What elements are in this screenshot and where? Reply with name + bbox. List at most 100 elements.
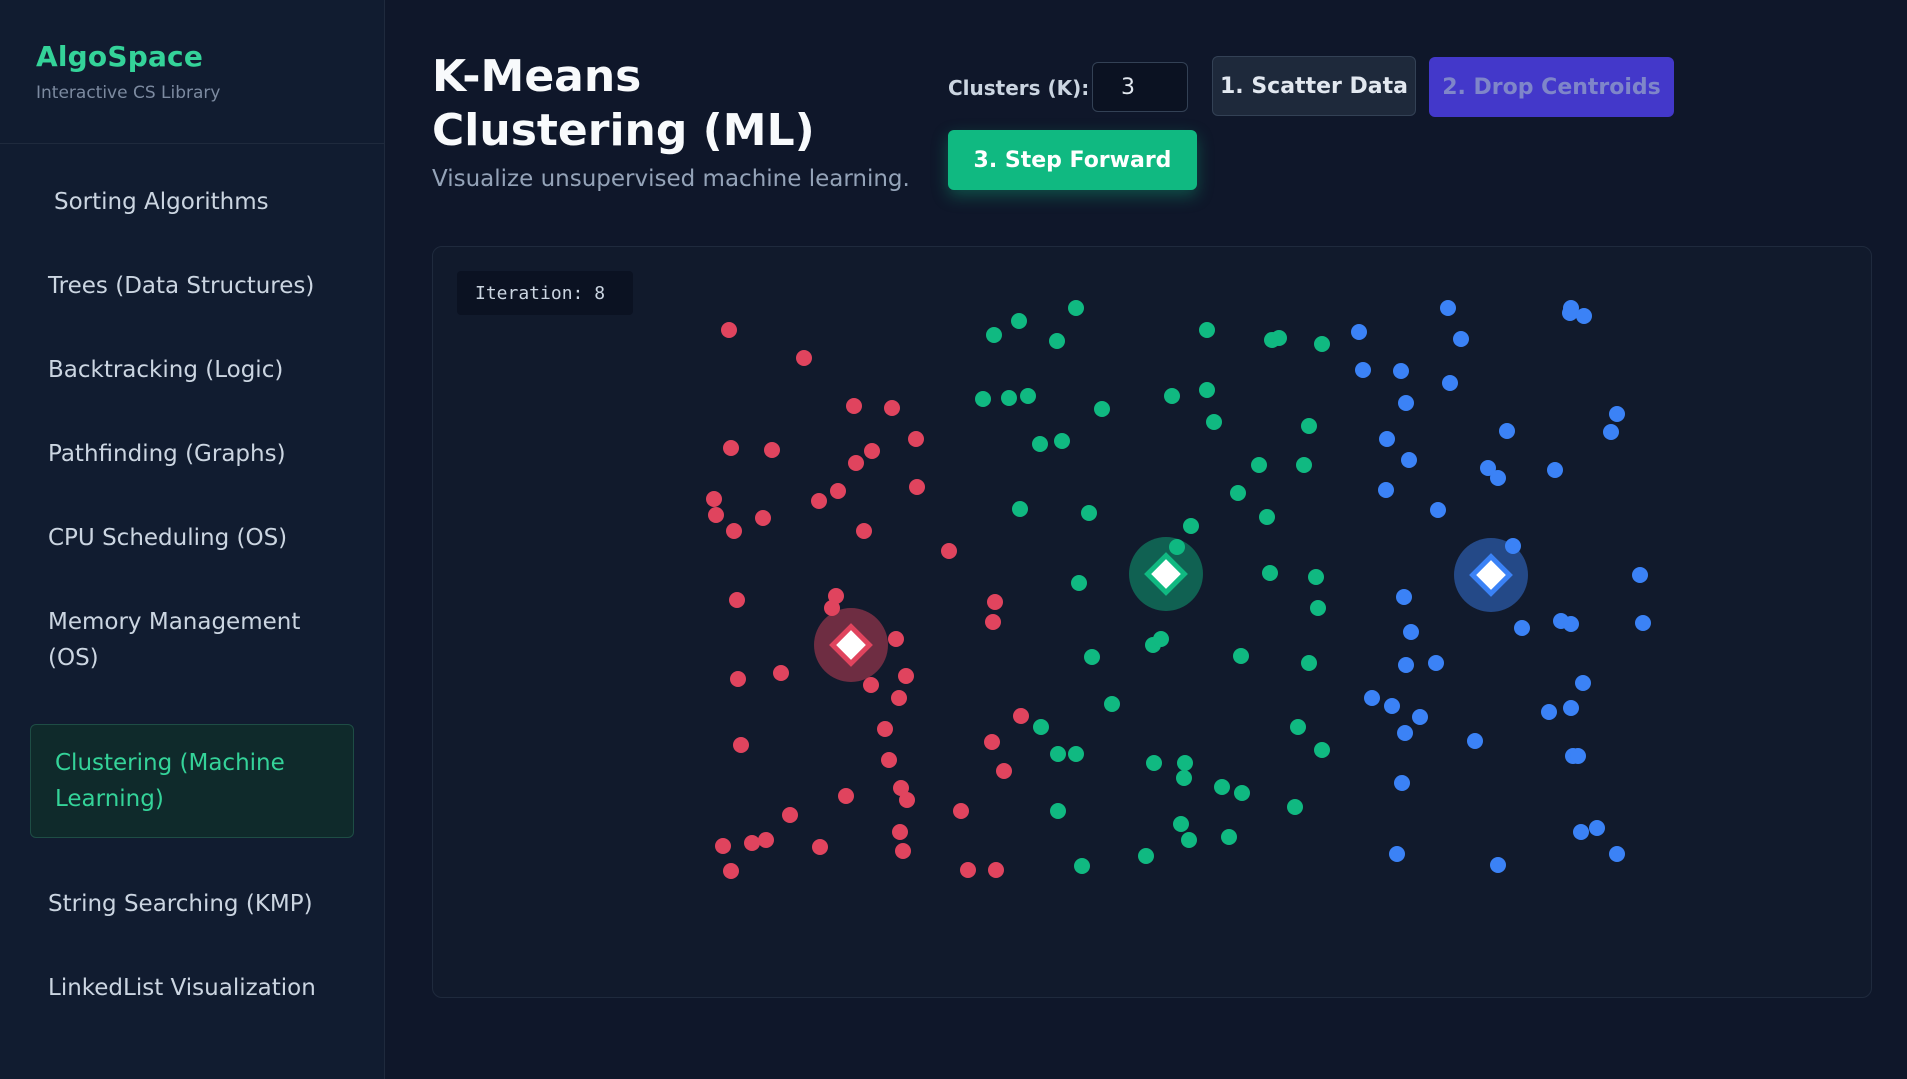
data-point [726, 523, 742, 539]
data-point [1308, 569, 1324, 585]
sidebar-item-clustering[interactable]: Clustering (Machine Learning) [30, 724, 354, 838]
data-point [1499, 423, 1515, 439]
clusters-k-input[interactable] [1092, 62, 1188, 112]
data-point [1632, 567, 1648, 583]
data-point [830, 483, 846, 499]
sidebar-item-sorting[interactable]: Sorting Algorithms [30, 184, 354, 220]
data-point [811, 493, 827, 509]
data-point [1394, 775, 1410, 791]
clustering-canvas[interactable]: Iteration: 8 [432, 246, 1872, 998]
sidebar-item-string-searching[interactable]: String Searching (KMP) [30, 886, 354, 922]
data-point [1603, 424, 1619, 440]
data-point [1310, 600, 1326, 616]
sidebar-item-linkedlist[interactable]: LinkedList Visualization [30, 970, 354, 1006]
data-point [898, 668, 914, 684]
data-point [1251, 457, 1267, 473]
data-point [1573, 824, 1589, 840]
data-point [1050, 803, 1066, 819]
data-point [1314, 742, 1330, 758]
data-point [796, 350, 812, 366]
data-point [1013, 708, 1029, 724]
data-point [1011, 313, 1027, 329]
data-point [1589, 820, 1605, 836]
sidebar-item-trees[interactable]: Trees (Data Structures) [30, 268, 354, 304]
data-point [755, 510, 771, 526]
sidebar-item-pathfinding[interactable]: Pathfinding (Graphs) [30, 436, 354, 472]
drop-centroids-button[interactable]: 2. Drop Centroids [1429, 57, 1674, 117]
data-point [1609, 846, 1625, 862]
clustering-plot[interactable] [433, 247, 1873, 999]
data-point [1378, 482, 1394, 498]
data-point [1514, 620, 1530, 636]
data-point [1259, 509, 1275, 525]
data-point [856, 523, 872, 539]
data-point [1296, 457, 1312, 473]
sidebar-item-memory-management[interactable]: Memory Management (OS) [30, 604, 354, 676]
data-point [1393, 363, 1409, 379]
data-point [1081, 505, 1097, 521]
data-point [863, 677, 879, 693]
data-point [1401, 452, 1417, 468]
brand-logo-text[interactable]: AlgoSpace [36, 40, 348, 73]
page-subtitle: Visualize unsupervised machine learning. [432, 166, 910, 192]
data-point [1104, 696, 1120, 712]
data-point [838, 788, 854, 804]
brand-subtitle: Interactive CS Library [36, 83, 221, 103]
data-point [1430, 502, 1446, 518]
step-forward-button[interactable]: 3. Step Forward [948, 130, 1197, 190]
data-point [758, 832, 774, 848]
page-title: K-Means Clustering (ML) [432, 51, 815, 156]
data-point [1001, 390, 1017, 406]
data-point [1033, 719, 1049, 735]
data-point [941, 543, 957, 559]
data-point [1138, 848, 1154, 864]
data-point [733, 737, 749, 753]
data-point [848, 455, 864, 471]
data-point [1234, 785, 1250, 801]
data-point [1314, 336, 1330, 352]
data-point [987, 594, 1003, 610]
data-point [996, 763, 1012, 779]
data-point [1562, 305, 1578, 321]
data-point [1094, 401, 1110, 417]
data-point [1384, 698, 1400, 714]
data-point [708, 507, 724, 523]
sidebar-nav: Sorting Algorithms Trees (Data Structure… [0, 144, 384, 1006]
data-point [1563, 616, 1579, 632]
data-point [1262, 565, 1278, 581]
data-point [1440, 300, 1456, 316]
data-point [1563, 700, 1579, 716]
data-point [1074, 858, 1090, 874]
scatter-data-button[interactable]: 1. Scatter Data [1212, 56, 1416, 116]
data-point [1233, 648, 1249, 664]
data-point [1379, 431, 1395, 447]
data-point [1490, 857, 1506, 873]
data-point [744, 835, 760, 851]
clusters-k-label: Clusters (K): [948, 76, 1090, 100]
sidebar-item-backtracking[interactable]: Backtracking (Logic) [30, 352, 354, 388]
data-point [1290, 719, 1306, 735]
iteration-label: Iteration: [475, 282, 595, 304]
data-point [1206, 414, 1222, 430]
data-point [960, 862, 976, 878]
data-point [899, 792, 915, 808]
data-point [723, 440, 739, 456]
data-point [1032, 436, 1048, 452]
data-point [1199, 382, 1215, 398]
iteration-counter: Iteration: 8 [457, 271, 633, 315]
data-point [891, 690, 907, 706]
data-point [909, 479, 925, 495]
data-point [877, 721, 893, 737]
data-point [908, 431, 924, 447]
data-point [988, 862, 1004, 878]
data-point [884, 400, 900, 416]
sidebar-item-cpu-scheduling[interactable]: CPU Scheduling (OS) [30, 520, 354, 556]
data-point [1221, 829, 1237, 845]
data-point [846, 398, 862, 414]
data-point [1164, 388, 1180, 404]
data-point [1398, 657, 1414, 673]
data-point [1428, 655, 1444, 671]
data-point [1199, 322, 1215, 338]
data-point [1490, 470, 1506, 486]
data-point [1396, 589, 1412, 605]
